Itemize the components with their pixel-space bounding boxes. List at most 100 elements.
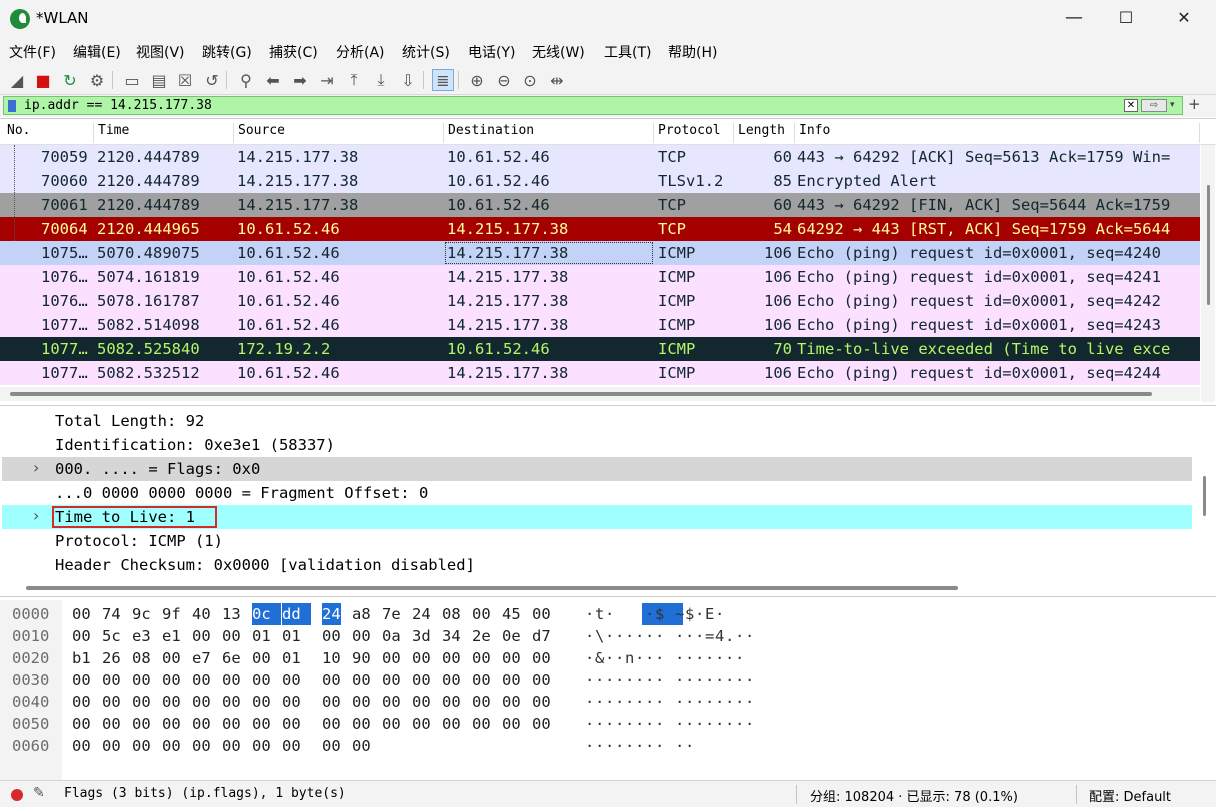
hex-byte[interactable]: 00 (532, 691, 551, 713)
packet-row[interactable]: 70064 2120.444965 10.61.52.46 14.215.177.38… (0, 217, 1200, 241)
close-button[interactable]: ✕ (1160, 0, 1208, 38)
ascii-char[interactable]: · (715, 713, 724, 735)
hex-byte[interactable]: 00 (382, 647, 401, 669)
details-horizontal-scrollbar[interactable] (0, 583, 1200, 593)
apply-filter-button[interactable]: ⇨ (1141, 99, 1167, 112)
ascii-char[interactable]: · (705, 691, 714, 713)
ascii-char[interactable]: · (585, 603, 594, 625)
hex-byte[interactable]: 00 (322, 691, 341, 713)
ascii-char[interactable]: · (605, 691, 614, 713)
ascii-char[interactable]: · (725, 713, 734, 735)
ascii-char[interactable]: · (675, 735, 684, 757)
hex-byte[interactable]: 00 (102, 735, 121, 757)
minimize-button[interactable]: — (1050, 0, 1098, 38)
ascii-char[interactable]: · (625, 713, 634, 735)
capture-options-icon[interactable]: ⚙ (86, 69, 108, 91)
menu-item[interactable]: 视图(V) (136, 42, 185, 62)
filter-history-dropdown-icon[interactable]: ▾ (1170, 100, 1175, 110)
ascii-char[interactable]: E (705, 603, 714, 625)
hex-byte[interactable]: 0c (252, 603, 281, 625)
hex-byte[interactable]: 00 (72, 713, 91, 735)
ascii-char[interactable]: · (625, 669, 634, 691)
ascii-char[interactable]: · (695, 603, 704, 625)
hex-byte[interactable]: 00 (252, 691, 271, 713)
ascii-char[interactable]: · (745, 691, 754, 713)
hex-byte[interactable]: 00 (282, 713, 301, 735)
hex-byte[interactable]: 00 (192, 669, 211, 691)
ascii-char[interactable]: · (655, 691, 664, 713)
hex-byte[interactable]: 00 (192, 625, 211, 647)
ascii-char[interactable]: @ (615, 603, 624, 625)
menu-item[interactable]: 帮助(H) (668, 42, 717, 62)
hex-byte[interactable]: 00 (382, 691, 401, 713)
ascii-char[interactable]: · (685, 669, 694, 691)
column-header-time[interactable]: Time (94, 123, 234, 143)
ascii-char[interactable]: · (625, 625, 634, 647)
ascii-char[interactable]: · (685, 625, 694, 647)
hex-byte[interactable]: 00 (252, 669, 271, 691)
ascii-char[interactable]: · (635, 691, 644, 713)
ascii-char[interactable]: · (635, 625, 644, 647)
open-file-icon[interactable]: ▭ (121, 69, 143, 91)
resize-columns-icon[interactable]: ⇹ (546, 69, 568, 91)
ascii-char[interactable]: · (675, 647, 684, 669)
hex-byte[interactable]: 00 (322, 625, 341, 647)
maximize-button[interactable]: ☐ (1102, 0, 1150, 38)
hex-byte[interactable]: 00 (102, 713, 121, 735)
ascii-char[interactable]: · (635, 735, 644, 757)
hex-byte[interactable]: 00 (532, 669, 551, 691)
column-header-length[interactable]: Length (734, 123, 795, 143)
hex-byte[interactable]: 00 (472, 603, 491, 625)
hex-byte[interactable]: 00 (162, 735, 181, 757)
ascii-char[interactable]: · (705, 713, 714, 735)
hex-byte[interactable]: 00 (282, 669, 301, 691)
hex-byte[interactable]: 0e (502, 625, 521, 647)
ascii-char[interactable]: · (605, 603, 614, 625)
hex-byte[interactable]: 00 (352, 735, 371, 757)
go-to-packet-icon[interactable]: ⇥ (316, 69, 338, 91)
hex-byte[interactable]: 10 (322, 647, 341, 669)
hex-byte[interactable]: dd (282, 603, 311, 625)
hex-byte[interactable]: 90 (352, 647, 371, 669)
details-vertical-scroll-thumb[interactable] (1203, 476, 1206, 516)
ascii-char[interactable]: · (695, 669, 704, 691)
column-header-protocol[interactable]: Protocol (654, 123, 734, 143)
hex-byte[interactable]: 00 (132, 713, 151, 735)
menu-item[interactable]: 捕获(C) (269, 42, 318, 62)
hex-byte[interactable]: 00 (72, 691, 91, 713)
hex-byte[interactable]: e7 (192, 647, 211, 669)
packet-row[interactable]: 1075… 5070.489075 10.61.52.46 14.215.177.38… (0, 241, 1200, 265)
hex-byte[interactable]: 5c (102, 625, 121, 647)
ascii-char[interactable]: · (585, 691, 594, 713)
hex-byte[interactable]: 00 (282, 691, 301, 713)
ascii-char[interactable]: · (625, 735, 634, 757)
detail-field[interactable]: ...0 0000 0000 0000 = Fragment Offset: 0 (55, 481, 1195, 505)
ascii-char[interactable]: · (725, 691, 734, 713)
hex-byte[interactable]: 7e (382, 603, 401, 625)
hex-byte[interactable]: 00 (72, 603, 91, 625)
ascii-char[interactable]: · (645, 735, 654, 757)
detail-field[interactable]: Total Length: 92 (55, 409, 1195, 433)
hex-byte[interactable]: e1 (162, 625, 181, 647)
hex-byte[interactable]: 00 (322, 713, 341, 735)
ascii-char[interactable]: · (735, 691, 744, 713)
ascii-char[interactable]: · (645, 691, 654, 713)
column-header-destination[interactable]: Destination (444, 123, 654, 143)
start-capture-icon[interactable]: ◢ (6, 69, 28, 91)
ascii-char[interactable]: · (625, 691, 634, 713)
ascii-char[interactable]: · (635, 713, 644, 735)
ascii-char[interactable]: · (605, 669, 614, 691)
packet-row[interactable]: 70059 2120.444789 14.215.177.38 10.61.52.46… (0, 145, 1200, 169)
hex-byte[interactable]: 00 (352, 625, 371, 647)
hex-byte[interactable]: 00 (412, 669, 431, 691)
autoscroll-icon[interactable]: ⇩ (397, 69, 419, 91)
ascii-char[interactable]: · (675, 669, 684, 691)
menu-item[interactable]: 文件(F) (9, 42, 56, 62)
ascii-char[interactable]: = (705, 625, 714, 647)
ascii-char[interactable]: · (645, 669, 654, 691)
ascii-char[interactable]: · (585, 669, 594, 691)
hex-byte[interactable]: 00 (532, 647, 551, 669)
detail-field[interactable]: Identification: 0xe3e1 (58337) (55, 433, 1195, 457)
detail-field[interactable]: Protocol: ICMP (1) (55, 529, 1195, 553)
status-profile[interactable]: 配置: Default (1089, 786, 1171, 805)
